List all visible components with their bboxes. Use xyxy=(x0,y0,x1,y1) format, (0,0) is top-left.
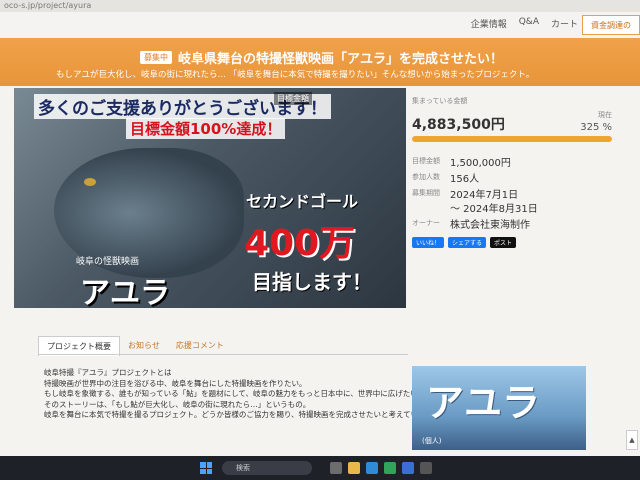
tab-divider xyxy=(38,354,408,355)
hero-goal-label: 目標金額 xyxy=(274,92,312,105)
share-button[interactable]: シェアする xyxy=(448,237,487,248)
settings-icon[interactable] xyxy=(420,462,432,474)
monster-eye xyxy=(84,178,96,186)
side-image-title: アユラ xyxy=(426,381,541,425)
store-icon[interactable] xyxy=(402,462,414,474)
scroll-up-button[interactable]: ▲ xyxy=(626,430,638,450)
stat-key xyxy=(412,200,450,215)
stat-row-period-end: 〜 2024年8月31日 xyxy=(412,200,538,215)
hero-aim: 目指します！ xyxy=(252,270,372,294)
stat-value: 2024年7月1日 xyxy=(450,190,519,201)
nav-link-faq[interactable]: Q&A xyxy=(519,17,539,30)
stat-key: 目標金額 xyxy=(412,157,440,165)
stat-row-period: 募集期間 2024年7月1日 xyxy=(412,186,518,201)
raised-amount: 4,883,500円 xyxy=(412,117,505,133)
edge-browser-icon[interactable] xyxy=(366,462,378,474)
hero-image: 多くのご支援ありがとうございます！ 目標金額 目標金額100%達成！ セカンドゴ… xyxy=(14,88,406,308)
taskbar: 検索 xyxy=(0,456,640,480)
project-banner: 募集中 岐阜県舞台の特撮怪獣映画「アユラ」を完成させたい！ もしアユが巨大化し、… xyxy=(0,38,640,86)
address-bar[interactable]: oco-s.jp/project/ayura xyxy=(0,0,640,12)
tab-news[interactable]: お知らせ xyxy=(120,336,168,356)
description-line: 特撮映画が世界中の注目を浴びる中、岐阜を舞台にした特撮映画を作りたい。 xyxy=(44,378,307,388)
stat-value: 156人 xyxy=(450,174,480,185)
stat-key: 参加人数 xyxy=(412,173,440,181)
collected-label: 集まっている金額 xyxy=(412,97,468,105)
fundraising-button[interactable]: 資金調達の xyxy=(582,15,640,35)
stat-key: オーナー xyxy=(412,219,440,227)
side-image-caption: (個人) xyxy=(422,437,442,445)
file-explorer-icon[interactable] xyxy=(348,462,360,474)
like-button[interactable]: いいね！ xyxy=(412,237,445,248)
status-badge: 募集中 xyxy=(140,51,172,64)
tab-comments[interactable]: 応援コメント xyxy=(168,336,232,356)
nav-link-company[interactable]: 企業情報 xyxy=(471,17,507,30)
nav-link-cart[interactable]: カート xyxy=(551,17,578,30)
now-label: 現在 xyxy=(598,111,612,119)
film-subtitle: 岐阜の怪獣映画 xyxy=(76,257,140,267)
windows-start-icon[interactable] xyxy=(200,462,212,474)
chrome-browser-icon[interactable] xyxy=(384,462,396,474)
hero-second-goal: セカンドゴール xyxy=(246,192,359,211)
project-tabs: プロジェクト概要 お知らせ 応援コメント xyxy=(38,336,232,356)
stat-value[interactable]: 株式会社東海制作 xyxy=(450,216,530,231)
project-description: 岐阜特撮『アユラ』プロジェクトとは 特撮映画が世界中の注目を浴びる中、岐阜を舞台… xyxy=(44,368,440,421)
stat-key: 募集期間 xyxy=(412,189,440,197)
film-title: アユラ xyxy=(80,276,170,308)
task-view-icon[interactable] xyxy=(330,462,342,474)
share-buttons: いいね！ シェアする ポスト xyxy=(412,237,517,248)
progress-bar xyxy=(412,136,612,142)
description-line: そのストーリーは、「もし鮎が巨大化し、岐阜の街に現れたら…」というもの。 xyxy=(44,399,311,409)
project-subtitle: もしアユが巨大化し、岐阜の街に現れたら… 「岐阜を舞台に本気で特撮を撮りたい」そ… xyxy=(56,70,535,80)
description-line: 岐阜を舞台に本気で特撮を撮るプロジェクト。どうか皆様のご協力を賜り、特撮映画を完… xyxy=(44,410,440,419)
progress-fill xyxy=(412,136,612,142)
description-line: もし岐阜を象徴する、誰もが知っている「鮎」を題材にして、岐阜の魅力をもっと日本中… xyxy=(44,389,426,398)
stat-value: 〜 2024年8月31日 xyxy=(450,204,538,215)
funded-percent: 325 % xyxy=(580,122,612,133)
project-title: 岐阜県舞台の特撮怪獣映画「アユラ」を完成させたい！ xyxy=(178,52,504,67)
main-content: 多くのご支援ありがとうございます！ 目標金額 目標金額100%達成！ セカンドゴ… xyxy=(0,86,640,456)
hero-amount: 400万 xyxy=(244,223,356,264)
stat-row-owner: オーナー 株式会社東海制作 xyxy=(412,216,530,231)
post-button[interactable]: ポスト xyxy=(490,237,517,248)
side-banner-image[interactable]: アユラ (個人) xyxy=(412,366,586,450)
header-links: 企業情報 Q&A カート xyxy=(471,17,578,30)
stat-row-participants: 参加人数 156人 xyxy=(412,170,479,185)
description-line: 岐阜特撮『アユラ』プロジェクトとは xyxy=(44,368,172,377)
stat-row-goal: 目標金額 1,500,000円 xyxy=(412,154,511,169)
hero-achieved: 目標金額100%達成！ xyxy=(126,118,286,139)
taskbar-search[interactable]: 検索 xyxy=(222,461,312,475)
tab-overview[interactable]: プロジェクト概要 xyxy=(38,336,120,356)
stat-value: 1,500,000円 xyxy=(450,158,511,169)
site-header: 企業情報 Q&A カート 資金調達の xyxy=(0,12,640,38)
